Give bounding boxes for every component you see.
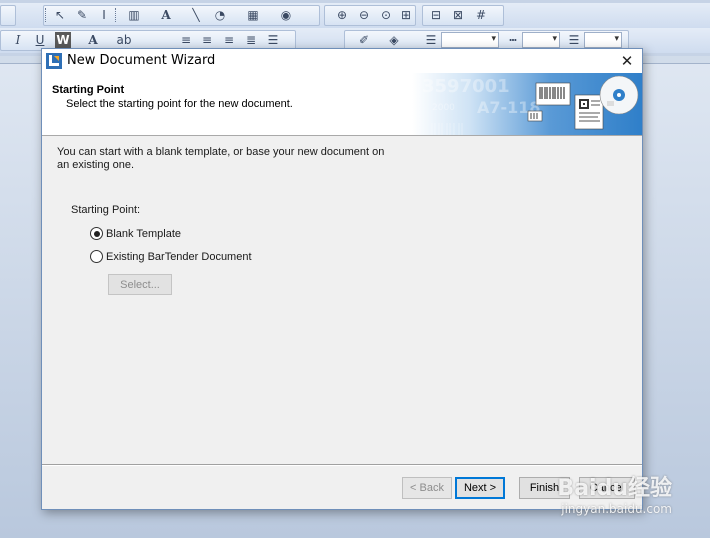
shape-tool-icon[interactable]: ◔ bbox=[212, 7, 228, 23]
dialog-title: New Document Wizard bbox=[67, 53, 216, 68]
top-toolbar: ↖ ✎ I ▥ A ╲ ◔ ▦ ◉ ⊕ ⊖ ⊙ ⊞ ⊟ ⊠ # bbox=[0, 3, 710, 28]
blank-template-label: Blank Template bbox=[106, 227, 182, 240]
footer-divider bbox=[42, 464, 642, 466]
pointer-icon[interactable]: ↖ bbox=[52, 7, 68, 23]
select-button[interactable]: Select... bbox=[108, 274, 172, 295]
existing-document-radio[interactable] bbox=[90, 250, 103, 263]
blank-template-option[interactable]: Blank Template bbox=[90, 227, 181, 240]
zoom-in-icon[interactable]: ⊕ bbox=[334, 7, 350, 23]
border-icon[interactable]: ☰ bbox=[423, 32, 439, 48]
baidu-watermark: Baidu经验 jingyan.baidu.com bbox=[557, 470, 672, 516]
grid-icon[interactable]: # bbox=[473, 7, 489, 23]
toolbar-overflow[interactable] bbox=[0, 5, 16, 26]
dash-icon[interactable]: ┅ bbox=[505, 32, 521, 48]
align-left-icon[interactable]: ≡ bbox=[178, 32, 194, 48]
underline-icon[interactable]: U bbox=[32, 32, 48, 48]
snap-icon[interactable]: ⊠ bbox=[450, 7, 466, 23]
small-label-icon bbox=[527, 110, 543, 122]
align-right-icon[interactable]: ≡ bbox=[221, 32, 237, 48]
weight-dropdown[interactable] bbox=[584, 32, 622, 48]
back-button[interactable]: < Back bbox=[402, 477, 452, 499]
dialog-titlebar[interactable]: New Document Wizard ✕ bbox=[42, 49, 642, 73]
bartender-logo-icon bbox=[46, 53, 62, 69]
align-icon[interactable]: ⊟ bbox=[428, 7, 444, 23]
cd-disc-icon bbox=[599, 75, 639, 115]
next-button[interactable]: Next > bbox=[455, 477, 505, 499]
art-number-text: 3597001 bbox=[422, 76, 510, 97]
barcode-card-icon bbox=[535, 82, 571, 106]
weight-icon[interactable]: ☰ bbox=[566, 32, 582, 48]
zoom-fit-icon[interactable]: ⊙ bbox=[378, 7, 394, 23]
new-document-wizard-dialog: New Document Wizard ✕ Starting Point Sel… bbox=[41, 48, 643, 510]
starting-point-label: Starting Point: bbox=[71, 204, 141, 216]
page-title: Starting Point bbox=[52, 84, 125, 96]
header-banner-art: 3597001 A7-118 2000 bbox=[412, 73, 642, 135]
line-tool-icon[interactable]: ╲ bbox=[188, 7, 204, 23]
justify-icon[interactable]: ≣ bbox=[243, 32, 259, 48]
font-color-icon[interactable]: A bbox=[85, 32, 101, 48]
wizard-body: You can start with a blank template, or … bbox=[42, 137, 642, 463]
qr-label-icon bbox=[574, 94, 604, 130]
rfid-icon[interactable]: ◉ bbox=[278, 7, 294, 23]
text-tool-icon[interactable]: A bbox=[158, 7, 174, 23]
wizard-header: Starting Point Select the starting point… bbox=[42, 73, 642, 136]
hand-tool-icon[interactable]: ✎ bbox=[74, 7, 90, 23]
bold-w-icon[interactable]: W bbox=[55, 32, 71, 48]
intro-text: You can start with a blank template, or … bbox=[57, 146, 385, 171]
zoom-out-icon[interactable]: ⊖ bbox=[356, 7, 372, 23]
italic-icon[interactable]: I bbox=[10, 32, 26, 48]
text-cursor-icon[interactable]: I bbox=[96, 7, 112, 23]
art-small-text: 2000 bbox=[432, 103, 455, 113]
zoom-page-icon[interactable]: ⊞ bbox=[398, 7, 414, 23]
existing-document-option[interactable]: Existing BarTender Document bbox=[90, 250, 252, 263]
line-style-dropdown[interactable] bbox=[441, 32, 499, 48]
barcode-icon[interactable]: ▥ bbox=[124, 7, 144, 23]
blank-template-radio[interactable] bbox=[90, 227, 103, 240]
highlight-icon[interactable]: ab bbox=[116, 32, 132, 48]
close-button[interactable]: ✕ bbox=[612, 49, 642, 73]
page-subtitle: Select the starting point for the new do… bbox=[66, 98, 293, 110]
dash-dropdown[interactable] bbox=[522, 32, 560, 48]
pen-icon[interactable]: ✐ bbox=[356, 32, 372, 48]
close-icon: ✕ bbox=[620, 52, 634, 70]
line-spacing-icon[interactable]: ☰ bbox=[265, 32, 281, 48]
existing-document-label: Existing BarTender Document bbox=[106, 250, 252, 263]
watermark-url: jingyan.baidu.com bbox=[561, 502, 672, 516]
watermark-logo: Baidu经验 bbox=[557, 476, 672, 501]
picture-tool-icon[interactable]: ▦ bbox=[245, 7, 261, 23]
fill-icon[interactable]: ◈ bbox=[386, 32, 402, 48]
align-center-icon[interactable]: ≡ bbox=[199, 32, 215, 48]
